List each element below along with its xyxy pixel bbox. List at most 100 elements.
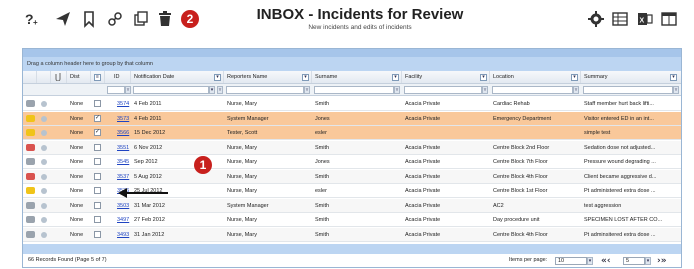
incident-type-icon <box>26 230 35 238</box>
columns-icon[interactable] <box>611 10 629 28</box>
filter-surname-input[interactable] <box>314 86 394 94</box>
table-row[interactable]: ✓ None 3566 15 Dec 2012 Tester, Scott esler si… <box>23 126 681 140</box>
header-menu-button[interactable]: ▾ <box>392 74 399 81</box>
add-incident-icon[interactable]: ? + <box>24 10 42 28</box>
cell-id[interactable]: 3545 <box>114 155 131 168</box>
table-row[interactable]: None 3574 4 Feb 2011 Nurse, Mary Smith Acacia… <box>23 97 681 111</box>
header-menu-button[interactable]: ▾ <box>480 74 487 81</box>
view-eye-icon[interactable] <box>41 159 47 165</box>
filter-reporter-button[interactable]: ▿ <box>304 86 310 94</box>
filter-location-input[interactable] <box>492 86 573 94</box>
items-per-page-select[interactable]: 10 <box>555 257 587 265</box>
filter-summary-input[interactable] <box>583 86 673 94</box>
header-dist[interactable]: Dist <box>67 71 91 83</box>
cell-location <box>490 126 581 139</box>
items-per-page-dropdown[interactable]: ▾ <box>587 257 593 265</box>
table-row[interactable]: None 3493 31 Jan 2012 Nurse, Mary Smith Acaci… <box>23 227 681 242</box>
layout-icon[interactable] <box>660 10 678 28</box>
table-row[interactable]: None 3545 Sep 2012 Nurse, Mary Jones Acacia P… <box>23 155 681 169</box>
row-checkbox[interactable] <box>94 187 101 194</box>
view-eye-icon[interactable] <box>41 115 47 122</box>
incident-type-icon <box>26 100 35 107</box>
cell-id[interactable]: 3493 <box>114 228 131 241</box>
page-number-input[interactable]: 5 <box>623 257 645 265</box>
row-checkbox[interactable] <box>94 201 101 209</box>
row-checkbox[interactable] <box>94 216 101 223</box>
cell-summary: test aggression <box>584 202 622 209</box>
cell-id[interactable]: 3573 <box>114 112 131 125</box>
table-row[interactable]: None 3537 5 Aug 2012 Nurse, Mary Smith Acacia… <box>23 169 681 184</box>
filter-date-dropdown[interactable]: ▾ <box>209 86 215 94</box>
view-eye-icon[interactable] <box>41 173 47 180</box>
cell-location: Cardiac Rehab <box>493 101 530 107</box>
group-by-bar[interactable]: Drag a column header here to group by th… <box>23 57 681 71</box>
filter-reporter-input[interactable] <box>226 86 304 94</box>
header-menu-button[interactable]: ▾ <box>214 74 221 81</box>
filter-date-input[interactable] <box>133 86 209 94</box>
copy-icon[interactable] <box>132 10 150 28</box>
filter-id-button[interactable]: ▿ <box>125 86 131 94</box>
filter-facility-input[interactable] <box>404 86 482 94</box>
view-eye-icon[interactable] <box>41 202 47 209</box>
filter-facility-button[interactable]: ▿ <box>482 86 488 94</box>
send-icon[interactable] <box>54 10 72 28</box>
view-eye-icon[interactable] <box>41 231 47 238</box>
filter-summary-button[interactable]: ▿ <box>673 86 679 94</box>
cell-id[interactable]: 3537 <box>114 170 131 183</box>
table-row[interactable]: ✓ None 3573 4 Feb 2011 System Manager Jones Ac… <box>23 111 681 126</box>
cell-id[interactable]: 3503 <box>114 199 131 212</box>
select-all-checkbox[interactable]: ≡ <box>94 74 101 81</box>
filter-location-button[interactable]: ▿ <box>573 86 579 94</box>
header-reporters-name[interactable]: Reporters Name ▾ <box>224 71 312 83</box>
filter-surname-button[interactable]: ▿ <box>394 86 400 94</box>
table-row[interactable]: None 3503 31 Mar 2012 System Manager Smith Ac… <box>23 198 681 213</box>
filter-id-input[interactable] <box>107 86 125 94</box>
view-eye-icon[interactable] <box>41 101 47 107</box>
cell-id[interactable]: 3497 <box>114 213 131 226</box>
cell-id[interactable]: 3551 <box>114 141 131 154</box>
view-eye-icon[interactable] <box>41 217 47 223</box>
row-checkbox[interactable] <box>94 158 101 165</box>
cell-summary: Staff member hurt back lifti... <box>584 101 654 107</box>
cell-summary: simple test <box>584 130 611 136</box>
header-menu-button[interactable]: ▾ <box>302 74 309 81</box>
pager-next-button[interactable]: ›» <box>657 255 667 267</box>
cell-reporters-name: Tester, Scott <box>227 130 258 136</box>
header-menu-button[interactable]: ▾ <box>670 74 677 81</box>
cell-facility: Acacia Private <box>405 144 441 151</box>
row-checkbox[interactable] <box>94 172 101 180</box>
incident-type-icon <box>26 172 35 180</box>
cell-id[interactable]: 3566 <box>114 126 131 139</box>
cell-notification-date: 31 Jan 2012 <box>134 231 165 238</box>
table-row[interactable]: None 3497 27 Feb 2012 Nurse, Mary Smith Acaci… <box>23 213 681 227</box>
view-eye-icon[interactable] <box>41 188 47 194</box>
cell-surname: esler <box>315 130 327 136</box>
bookmark-icon[interactable] <box>80 10 98 28</box>
view-eye-icon[interactable] <box>41 144 47 151</box>
header-location[interactable]: Location ▾ <box>490 71 581 83</box>
header-menu-button[interactable]: ▾ <box>571 74 578 81</box>
row-checkbox[interactable] <box>94 143 101 151</box>
cell-location: Day procedure unit <box>493 217 540 223</box>
row-checkbox[interactable] <box>94 100 101 107</box>
header-facility[interactable]: Facility ▾ <box>402 71 490 83</box>
header-summary[interactable]: Summary ▾ <box>581 71 681 83</box>
cell-id[interactable]: 3574 <box>114 97 131 110</box>
row-checkbox[interactable]: ✓ <box>94 114 101 122</box>
page-number-dropdown[interactable]: ▾ <box>645 257 651 265</box>
link-icon[interactable] <box>106 10 124 28</box>
header-notification-date[interactable]: Notification Date ▾ <box>131 71 224 83</box>
delete-icon[interactable] <box>156 10 174 28</box>
gear-icon[interactable] <box>587 10 605 28</box>
view-eye-icon[interactable] <box>41 130 47 136</box>
row-checkbox[interactable]: ✓ <box>94 129 101 136</box>
row-checkbox[interactable] <box>94 230 101 238</box>
filter-date-button[interactable]: ▿ <box>217 86 223 94</box>
table-row[interactable]: None 3551 6 Nov 2012 Nurse, Mary Smith Acacia… <box>23 140 681 155</box>
cell-dist: None <box>70 101 84 107</box>
header-surname[interactable]: Surname ▾ <box>312 71 402 83</box>
pager-prev-button[interactable]: «‹ <box>601 255 611 267</box>
export-excel-icon[interactable]: X <box>636 10 654 28</box>
header-id[interactable]: ID <box>105 71 131 83</box>
cell-location: Centre Block 7th Floor <box>493 159 548 165</box>
